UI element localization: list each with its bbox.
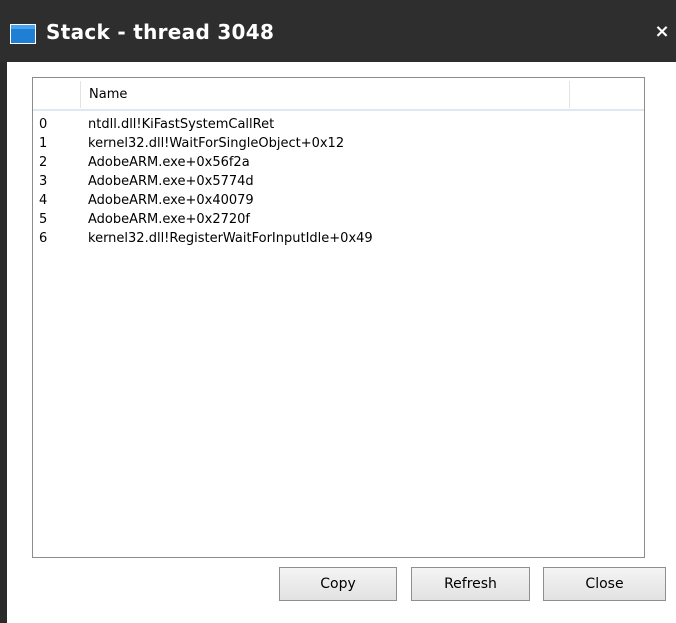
frame-name: ntdll.dll!KiFastSystemCallRet: [88, 117, 275, 132]
frame-index: 3: [39, 174, 48, 189]
frame-name: kernel32.dll!WaitForSingleObject+0x12: [88, 136, 345, 151]
dialog-content: Name 0 ntdll.dll!KiFastSystemCallRet 1 k…: [7, 62, 676, 623]
stack-window: Stack - thread 3048 × Name 0 ntdll.dll!K…: [0, 0, 676, 623]
close-icon[interactable]: ×: [652, 20, 672, 44]
list-item[interactable]: 4 AdobeARM.exe+0x40079: [33, 191, 644, 210]
column-header-name[interactable]: Name: [81, 81, 570, 108]
title-bar[interactable]: Stack - thread 3048 ×: [0, 0, 676, 62]
refresh-button[interactable]: Refresh: [411, 567, 530, 601]
list-item[interactable]: 2 AdobeARM.exe+0x56f2a: [33, 153, 644, 172]
frame-name: AdobeARM.exe+0x56f2a: [88, 155, 250, 170]
window-icon-body: [11, 29, 35, 43]
window-title: Stack - thread 3048: [46, 20, 275, 44]
close-button[interactable]: Close: [543, 567, 666, 601]
copy-button[interactable]: Copy: [279, 567, 397, 601]
list-rows: 0 ntdll.dll!KiFastSystemCallRet 1 kernel…: [33, 115, 644, 248]
header-divider: [33, 109, 644, 111]
frame-index: 4: [39, 193, 48, 208]
list-item[interactable]: 3 AdobeARM.exe+0x5774d: [33, 172, 644, 191]
frame-name: AdobeARM.exe+0x2720f: [88, 212, 250, 227]
frame-name: kernel32.dll!RegisterWaitForInputIdle+0x…: [88, 231, 373, 246]
frame-index: 0: [39, 117, 48, 132]
list-item[interactable]: 5 AdobeARM.exe+0x2720f: [33, 210, 644, 229]
list-item[interactable]: 0 ntdll.dll!KiFastSystemCallRet: [33, 115, 644, 134]
list-item[interactable]: 1 kernel32.dll!WaitForSingleObject+0x12: [33, 134, 644, 153]
frame-index: 1: [39, 136, 48, 151]
stack-list[interactable]: Name 0 ntdll.dll!KiFastSystemCallRet 1 k…: [32, 77, 645, 558]
column-header-index[interactable]: [33, 81, 81, 108]
frame-index: 5: [39, 212, 48, 227]
frame-index: 2: [39, 155, 48, 170]
frame-index: 6: [39, 231, 48, 246]
window-icon: [10, 24, 36, 44]
list-item[interactable]: 6 kernel32.dll!RegisterWaitForInputIdle+…: [33, 229, 644, 248]
list-header: Name: [33, 78, 644, 109]
frame-name: AdobeARM.exe+0x5774d: [88, 174, 254, 189]
frame-name: AdobeARM.exe+0x40079: [88, 193, 254, 208]
